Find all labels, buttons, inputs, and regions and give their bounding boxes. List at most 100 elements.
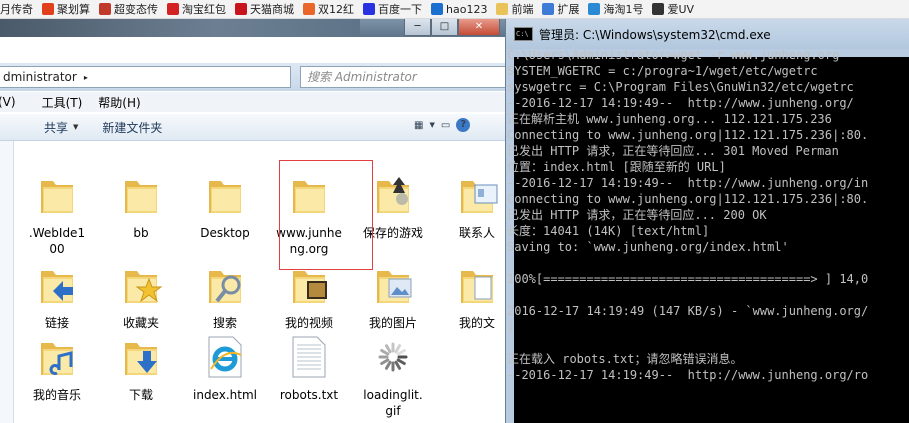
console-line: --2016-12-17 14:19:49-- http://www.junhe… <box>507 368 869 382</box>
bookmarks-bar: 月传奇 聚划算 超变态传 淘宝红包 天猫商城 双12红 百度一下 hao123 前端 扩展 海淘1号… <box>0 0 909 19</box>
bookmark-item[interactable]: 扩展 <box>538 0 584 18</box>
share-button[interactable]: 共享 ▼ <box>44 119 78 136</box>
file-item[interactable]: 我的音乐 <box>17 333 97 403</box>
bookmark-item[interactable]: 双12红 <box>299 0 359 18</box>
navigation-pane[interactable] <box>0 141 14 423</box>
help-icon[interactable]: ? <box>456 118 471 132</box>
text-file-icon <box>285 333 333 381</box>
command-bar: 共享 ▼ 新建文件夹 ▦ ▼ ▭ ? <box>0 114 510 141</box>
bookmark-item[interactable]: hao123 <box>427 0 492 18</box>
minimize-button[interactable]: ─ <box>404 19 431 36</box>
bookmark-label: 扩展 <box>557 3 580 16</box>
chevron-down-icon: ▼ <box>73 123 79 131</box>
console-line: ] <box>507 320 515 334</box>
breadcrumb-arrow-icon[interactable]: ▸ <box>84 73 88 82</box>
file-item[interactable]: 下载 <box>101 333 181 403</box>
console-line: C:\Users\Administrator>wget -r www.junhe… <box>507 48 840 62</box>
downloads-folder-icon <box>117 333 165 381</box>
bookmark-label: 月传奇 <box>0 3 33 16</box>
menu-help[interactable]: 帮助(H) <box>98 94 150 111</box>
file-label: 链接 <box>44 316 69 330</box>
file-list: .WebIde1 00 bb Desktop www.junhe ng.org 保存的游… <box>14 141 510 423</box>
bookmark-label: 淘宝红包 <box>182 3 226 16</box>
bookmark-label: 爱UV <box>667 3 695 16</box>
console-line: --2016-12-17 14:19:49-- http://www.junhe… <box>507 176 869 190</box>
console-line: syswgetrc = C:\Program Files\GnuWin32/et… <box>507 80 854 94</box>
window-controls: ─ □ ✕ <box>404 19 500 36</box>
bookmark-label: 百度一下 <box>378 3 422 16</box>
maximize-button[interactable]: □ <box>431 19 458 36</box>
bookmark-item[interactable]: 聚划算 <box>38 0 95 18</box>
file-item[interactable]: index.html <box>185 333 265 403</box>
double12-icon <box>303 3 315 15</box>
file-label: 我的音乐 <box>32 388 81 402</box>
tmall-icon <box>235 3 247 15</box>
preview-pane-icon[interactable]: ▭ <box>441 120 450 131</box>
bookmark-label: 超变态传 <box>114 3 158 16</box>
file-label: 收藏夹 <box>122 316 159 330</box>
bookmark-item[interactable]: 爱UV <box>648 0 699 18</box>
folder-icon <box>33 171 81 219</box>
bookmark-label: hao123 <box>446 2 488 16</box>
baidu-icon <box>363 3 375 15</box>
console-line: --2016-12-17 14:19:49-- http://www.junhe… <box>507 96 854 110</box>
bookmark-item[interactable]: 超变态传 <box>95 0 163 18</box>
uv-icon <box>652 3 665 15</box>
explorer-title-bar: ─ □ ✕ <box>0 19 510 37</box>
tmall-icon <box>167 3 179 15</box>
file-item[interactable]: robots.txt <box>269 333 349 403</box>
change-view-icon[interactable]: ▦ <box>414 120 423 131</box>
console-line: Connecting to www.junheng.org|112.121.17… <box>507 128 869 142</box>
file-label: Desktop <box>200 226 250 240</box>
search-box[interactable] <box>300 66 507 88</box>
file-item[interactable]: Desktop <box>185 171 265 241</box>
menu-view[interactable]: (V) <box>0 95 26 109</box>
new-folder-button[interactable]: 新建文件夹 <box>102 119 162 136</box>
bookmark-item[interactable]: 百度一下 <box>359 0 427 18</box>
folder-icon <box>117 171 165 219</box>
loading-gif-icon <box>369 333 417 381</box>
bookmark-item[interactable]: 天猫商城 <box>231 0 299 18</box>
file-label: 我的图片 <box>368 316 417 330</box>
cmd-title: 管理员: C:\Windows\system32\cmd.exe <box>539 27 771 42</box>
juhuasuan-icon <box>42 3 54 15</box>
file-item[interactable]: 链接 <box>17 261 97 331</box>
file-item[interactable]: .WebIde1 00 <box>17 171 97 257</box>
file-item[interactable]: 我的视频 <box>269 261 349 331</box>
contacts-folder-icon <box>453 171 501 219</box>
bookmark-item[interactable]: 淘宝红包 <box>163 0 231 18</box>
file-item[interactable]: 我的图片 <box>353 261 433 331</box>
music-folder-icon <box>33 333 81 381</box>
file-item[interactable]: 搜索 <box>185 261 265 331</box>
address-bar[interactable]: dministrator ▸ <box>0 66 291 88</box>
chevron-down-icon[interactable]: ▼ <box>429 121 434 129</box>
bookmark-label: 海淘1号 <box>603 3 644 16</box>
file-item[interactable]: bb <box>101 171 181 241</box>
menu-tools[interactable]: 工具(T) <box>42 94 93 111</box>
ie-file-icon <box>201 333 249 381</box>
file-label: 下载 <box>128 388 153 402</box>
file-item[interactable]: loadinglit. gif <box>353 333 433 419</box>
console-line: 长度：14041 (14K) [text/html] <box>507 224 710 238</box>
bookmark-item[interactable]: 前端 <box>492 0 538 18</box>
file-label: loadinglit. gif <box>363 388 423 418</box>
console-line: Connecting to www.junheng.org|112.121.17… <box>507 192 869 206</box>
console-line: 正在解析主机 www.junheng.org... 112.121.175.23… <box>507 112 832 126</box>
pictures-folder-icon <box>369 261 417 309</box>
file-label: bb <box>133 226 149 240</box>
bookmark-item[interactable]: 月传奇 <box>0 0 38 18</box>
explorer-window: ─ □ ✕ dministrator ▸ ↻ (V) 工具(T) 帮助(H) 共… <box>0 19 510 423</box>
cmd-title-bar: C:\ 管理员: C:\Windows\system32\cmd.exe <box>506 19 909 49</box>
bookmark-label: 天猫商城 <box>250 3 294 16</box>
file-label: .WebIde1 00 <box>28 226 86 256</box>
file-label: 搜索 <box>212 316 237 330</box>
file-item[interactable]: 收藏夹 <box>101 261 181 331</box>
bookmark-item[interactable]: 海淘1号 <box>584 0 648 18</box>
search-input[interactable] <box>301 67 499 87</box>
close-button[interactable]: ✕ <box>458 19 500 36</box>
hao123-icon <box>431 3 443 15</box>
console-line: 100%[===================================… <box>507 272 869 286</box>
documents-folder-icon <box>453 261 501 309</box>
